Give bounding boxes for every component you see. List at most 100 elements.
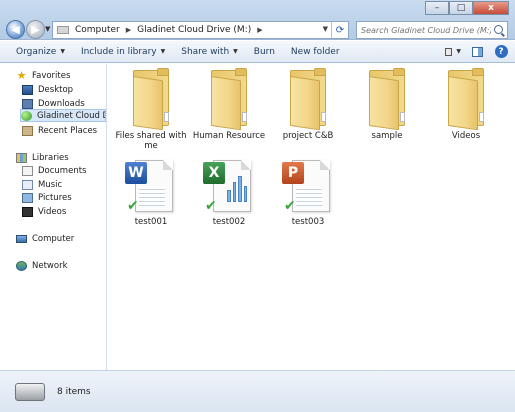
sync-check-icon: ✔: [127, 198, 139, 214]
nav-label: Music: [38, 179, 63, 190]
word-document-icon: W ✔: [125, 158, 177, 214]
maximize-button[interactable]: □: [449, 1, 473, 15]
sync-check-icon: ✔: [205, 198, 217, 214]
change-view-button[interactable]: ▼: [445, 44, 461, 59]
nav-label: Recent Places: [38, 125, 98, 136]
details-pane: 8 items: [0, 370, 515, 412]
folder-item[interactable]: Videos: [427, 68, 505, 141]
chevron-down-icon: ▼: [60, 48, 65, 55]
breadcrumb-cloud-drive[interactable]: Gladinet Cloud Drive (M:): [137, 25, 251, 35]
libraries-icon: [16, 152, 27, 163]
computer-icon: [16, 234, 27, 243]
drive-small-icon: [57, 26, 69, 34]
file-item[interactable]: P ✔ test003: [269, 158, 347, 227]
pictures-icon: [22, 192, 33, 203]
nav-computer[interactable]: Computer: [16, 232, 122, 245]
share-with-menu[interactable]: Share with ▼: [173, 44, 246, 60]
folder-item[interactable]: project C&B: [269, 68, 347, 141]
nav-label: Favorites: [32, 70, 71, 81]
chevron-down-icon: ▼: [233, 48, 238, 55]
folder-item[interactable]: sample: [348, 68, 426, 141]
nav-label: Gladinet Cloud Drive: [37, 110, 105, 121]
include-label: Include in library: [80, 46, 157, 57]
item-label: test002: [212, 217, 246, 227]
nav-label: Downloads: [38, 98, 85, 109]
nav-label: Videos: [38, 206, 67, 217]
folder-icon: [205, 68, 253, 131]
file-item[interactable]: W ✔ test001: [112, 158, 190, 227]
item-label: Files shared with me: [115, 131, 187, 151]
help-button[interactable]: ?: [493, 44, 509, 59]
item-label: sample: [371, 131, 403, 141]
item-label: Human Resource: [192, 131, 266, 141]
nav-favorites[interactable]: ★ Favorites: [16, 69, 122, 82]
forward-arrow-icon: ▶: [31, 23, 40, 36]
search-box[interactable]: [356, 21, 508, 39]
search-input[interactable]: [361, 25, 491, 35]
nav-label: Desktop: [38, 84, 74, 95]
burn-label: Burn: [253, 46, 275, 57]
folder-icon: [127, 68, 175, 131]
folder-icon: [442, 68, 490, 131]
powerpoint-presentation-icon: P ✔: [282, 158, 334, 214]
breadcrumb: Computer ▶ Gladinet Cloud Drive (M:) ▶: [75, 25, 269, 35]
views-icon: [445, 47, 453, 56]
downloads-icon: [22, 98, 33, 109]
folder-item[interactable]: Human Resource: [190, 68, 268, 141]
network-icon: [16, 260, 27, 271]
drive-icon: [15, 382, 45, 401]
documents-icon: [22, 165, 33, 176]
nav-gladinet-cloud-drive[interactable]: Gladinet Cloud Drive: [20, 109, 106, 122]
item-label: Videos: [451, 131, 481, 141]
organize-label: Organize: [16, 46, 57, 57]
chart-glyph: [227, 172, 247, 202]
item-label: test001: [134, 217, 168, 227]
address-dropdown-icon[interactable]: ▼: [323, 25, 328, 33]
address-bar[interactable]: Computer ▶ Gladinet Cloud Drive (M:) ▶ ▼…: [52, 21, 349, 39]
file-list: Files shared with me Human Resource proj…: [108, 64, 515, 370]
breadcrumb-separator-icon[interactable]: ▶: [126, 26, 131, 34]
nav-label: Computer: [32, 233, 75, 244]
new-folder-label: New folder: [290, 46, 340, 57]
folder-icon: [284, 68, 332, 131]
nav-network[interactable]: Network: [16, 259, 122, 272]
back-arrow-icon: ◀: [11, 23, 20, 36]
preview-pane-icon: [471, 46, 483, 57]
item-label: project C&B: [282, 131, 334, 141]
minimize-button[interactable]: –: [425, 1, 449, 15]
nav-label: Pictures: [38, 192, 72, 203]
preview-pane-button[interactable]: [469, 44, 485, 59]
search-icon[interactable]: [494, 25, 503, 34]
music-icon: [22, 179, 33, 190]
nav-libraries[interactable]: Libraries: [16, 151, 122, 164]
window-controls: – □ x: [425, 1, 509, 15]
file-item[interactable]: X ✔ test002: [190, 158, 268, 227]
new-folder-button[interactable]: New folder: [283, 44, 348, 60]
folder-item[interactable]: Files shared with me: [112, 68, 190, 151]
item-label: test003: [291, 217, 325, 227]
forward-button[interactable]: ▶: [26, 20, 45, 39]
chevron-down-icon: ▼: [456, 48, 461, 55]
recent-pages-dropdown[interactable]: ▼: [45, 25, 50, 33]
close-button[interactable]: x: [473, 1, 509, 15]
item-count: 8 items: [57, 386, 91, 397]
title-bar: – □ x ◀ ▶ ▼ Computer ▶ Gladinet Cloud Dr…: [0, 0, 515, 40]
include-in-library-menu[interactable]: Include in library ▼: [73, 44, 173, 60]
refresh-button[interactable]: ⟳: [331, 22, 348, 38]
help-icon: ?: [494, 45, 508, 58]
back-button[interactable]: ◀: [6, 20, 25, 39]
organize-menu[interactable]: Organize ▼: [8, 44, 73, 60]
command-bar: Organize ▼ Include in library ▼ Share wi…: [0, 41, 515, 63]
nav-label: Libraries: [32, 152, 69, 163]
excel-spreadsheet-icon: X ✔: [203, 158, 255, 214]
recent-places-icon: [22, 125, 33, 136]
navigation-pane: ★ Favorites Desktop Downloads Gladinet C…: [0, 64, 107, 370]
nav-label: Documents: [38, 165, 87, 176]
chevron-down-icon: ▼: [160, 48, 166, 55]
breadcrumb-computer[interactable]: Computer: [75, 25, 120, 35]
sync-check-icon: ✔: [284, 198, 296, 214]
videos-icon: [22, 206, 33, 217]
burn-button[interactable]: Burn: [246, 44, 283, 60]
breadcrumb-separator-icon[interactable]: ▶: [257, 26, 262, 34]
star-icon: ★: [16, 69, 27, 82]
